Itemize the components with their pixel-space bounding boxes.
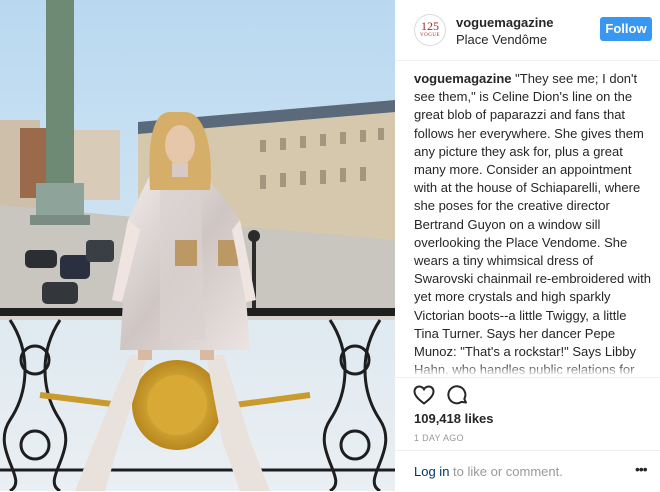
avatar-logo-text: VOGUE (420, 33, 440, 38)
ellipsis-icon[interactable]: ••• (635, 461, 649, 477)
account-avatar[interactable]: 125 VOGUE (414, 14, 446, 46)
login-prompt: Log in to like or comment. (414, 464, 563, 479)
caption-text: "They see me; I don't see them," is Celi… (414, 71, 651, 375)
caption-fade (414, 364, 652, 376)
caption-username[interactable]: voguemagazine (414, 71, 512, 86)
heart-icon[interactable] (412, 383, 436, 407)
post-location[interactable]: Place Vendôme (456, 32, 547, 47)
login-prompt-text: to like or comment. (449, 464, 563, 479)
avatar-logo-number: 125 (421, 19, 439, 33)
comment-icon[interactable] (446, 383, 470, 407)
header-username[interactable]: voguemagazine (456, 15, 554, 30)
instagram-post: 125 VOGUE voguemagazine Place Vendôme Fo… (0, 0, 660, 491)
follow-button[interactable]: Follow (600, 17, 652, 41)
post-timestamp[interactable]: 1 DAY AGO (414, 433, 464, 443)
post-footer: Log in to like or comment. ••• (395, 450, 660, 492)
post-photo[interactable] (0, 0, 395, 491)
post-caption: voguemagazine "They see me; I don't see … (414, 70, 652, 375)
likes-count[interactable]: 109,418 likes (414, 411, 494, 426)
post-sidebar: 125 VOGUE voguemagazine Place Vendôme Fo… (395, 0, 660, 491)
photo-illustration (0, 0, 395, 491)
post-header: 125 VOGUE voguemagazine Place Vendôme Fo… (395, 0, 660, 61)
login-link[interactable]: Log in (414, 464, 449, 479)
